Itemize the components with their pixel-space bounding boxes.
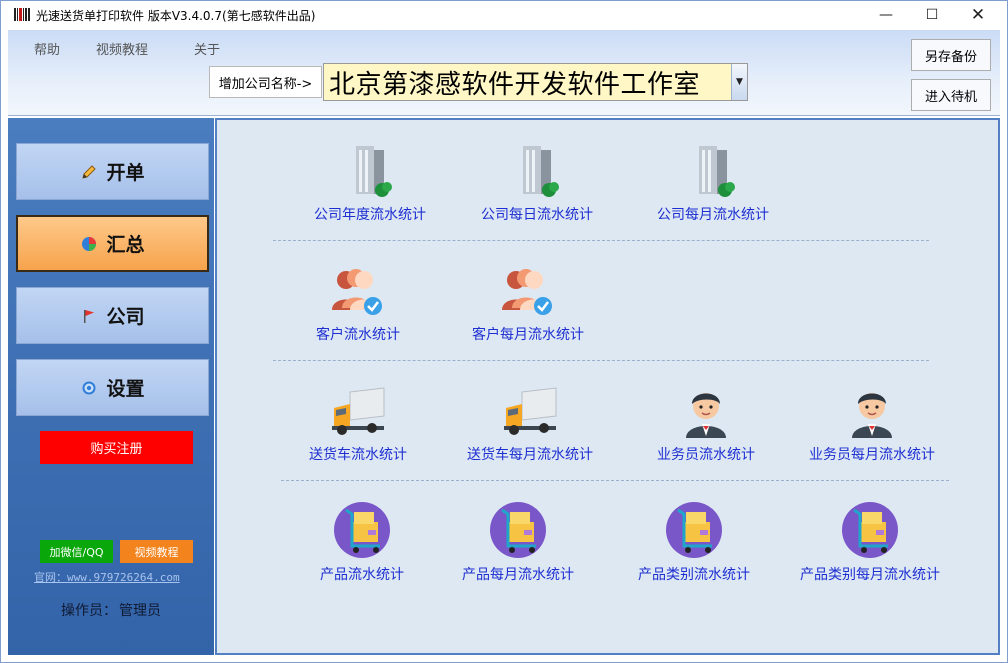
enter-standby-button[interactable]: 进入待机	[911, 79, 991, 111]
tile-label: 产品流水统计	[320, 567, 404, 583]
buy-register-button[interactable]: 购买注册	[40, 431, 193, 464]
tile-label: 公司每月流水统计	[657, 207, 769, 223]
nav-company-button[interactable]: 公司	[16, 287, 209, 344]
menu-about[interactable]: 关于	[194, 39, 220, 58]
building-icon	[699, 146, 735, 197]
nav-billing-label: 开单	[106, 162, 145, 184]
product-cart-icon	[666, 502, 722, 558]
tile-label: 业务员流水统计	[657, 447, 755, 463]
truck-icon	[504, 387, 557, 435]
tile-company-daily[interactable]: 公司每日流水统计	[452, 140, 622, 224]
product-cart-icon	[334, 502, 390, 558]
tile-customer-monthly[interactable]: 客户每月流水统计	[443, 260, 613, 344]
tile-label: 送货车每月流水统计	[467, 447, 593, 463]
minimize-button[interactable]: —	[863, 0, 909, 30]
tile-label: 产品类别每月流水统计	[800, 567, 940, 583]
tile-product-category[interactable]: 产品类别流水统计	[609, 500, 779, 584]
tile-label: 送货车流水统计	[309, 447, 407, 463]
add-company-button[interactable]: 增加公司名称->	[209, 66, 322, 98]
tile-label: 产品每月流水统计	[462, 567, 574, 583]
tile-company-monthly[interactable]: 公司每月流水统计	[628, 140, 798, 224]
operator-label: 操作员：	[61, 603, 117, 619]
company-select[interactable]: 北京第漆感软件开发软件工作室 ▼	[323, 63, 748, 101]
save-backup-button[interactable]: 另存备份	[911, 39, 991, 71]
nav-summary-label: 汇总	[106, 234, 145, 256]
wechat-qq-button[interactable]: 加微信/QQ	[40, 540, 113, 563]
tile-salesman[interactable]: 业务员流水统计	[621, 380, 791, 464]
product-cart-icon	[490, 502, 546, 558]
tile-label: 业务员每月流水统计	[809, 447, 935, 463]
nav-company-label: 公司	[106, 306, 145, 328]
row-divider	[273, 360, 929, 361]
tile-label: 产品类别流水统计	[638, 567, 750, 583]
tile-company-yearly[interactable]: 公司年度流水统计	[285, 140, 455, 224]
building-icon	[356, 146, 392, 197]
row-divider	[273, 240, 929, 241]
nav-settings-label: 设置	[106, 378, 145, 400]
header-panel: 帮助 视频教程 关于 增加公司名称-> 北京第漆感软件开发软件工作室 ▼ 另存备…	[8, 30, 1000, 116]
sidebar: 开单 汇总 公司 设置 购买注册 加微信/QQ 视频教程 官网：www.9797…	[8, 118, 214, 655]
truck-icon	[332, 387, 385, 435]
salesman-icon	[686, 393, 726, 438]
tile-product-category-monthly[interactable]: 产品类别每月流水统计	[785, 500, 955, 584]
tile-label: 公司年度流水统计	[314, 207, 426, 223]
building-icon	[523, 146, 559, 197]
pencil-icon	[80, 163, 98, 181]
dropdown-arrow-icon[interactable]: ▼	[731, 64, 747, 100]
salesman-icon	[852, 393, 892, 438]
tile-product[interactable]: 产品流水统计	[277, 500, 447, 584]
tile-truck-monthly[interactable]: 送货车每月流水统计	[445, 380, 615, 464]
video-tutorial-button[interactable]: 视频教程	[120, 540, 193, 563]
operator-name: 管理员	[119, 603, 161, 619]
window-title: 光速送货单打印软件 版本V3.4.0.7(第七感软件出品)	[36, 9, 316, 23]
product-cart-icon	[842, 502, 898, 558]
pie-chart-icon	[80, 235, 98, 253]
tile-label: 公司每日流水统计	[481, 207, 593, 223]
customers-icon	[332, 269, 382, 315]
tile-truck[interactable]: 送货车流水统计	[273, 380, 443, 464]
customers-icon	[502, 269, 552, 315]
tile-product-monthly[interactable]: 产品每月流水统计	[433, 500, 603, 584]
tile-customer[interactable]: 客户流水统计	[273, 260, 443, 344]
tile-label: 客户流水统计	[316, 327, 400, 343]
maximize-button[interactable]: ☐	[909, 0, 955, 30]
close-button[interactable]: ✕	[955, 0, 1001, 30]
flag-icon	[80, 307, 98, 325]
operator-info: 操作员： 管理员	[8, 600, 214, 620]
row-divider	[281, 480, 949, 481]
website-link[interactable]: 官网：www.979726264.com	[34, 569, 180, 585]
barcode-app-icon	[14, 8, 30, 21]
summary-panel: 公司年度流水统计 公司每日流水统计 公司每月流水统计 客户流水统计 客户每月流水…	[215, 118, 1000, 655]
tile-salesman-monthly[interactable]: 业务员每月流水统计	[787, 380, 957, 464]
gear-icon	[80, 379, 98, 397]
nav-summary-button[interactable]: 汇总	[16, 215, 209, 272]
title-bar: 光速送货单打印软件 版本V3.4.0.7(第七感软件出品) — ☐ ✕	[0, 0, 1008, 30]
menu-video-tutorial[interactable]: 视频教程	[96, 39, 148, 58]
tile-label: 客户每月流水统计	[472, 327, 584, 343]
nav-billing-button[interactable]: 开单	[16, 143, 209, 200]
menu-help[interactable]: 帮助	[34, 39, 60, 58]
nav-settings-button[interactable]: 设置	[16, 359, 209, 416]
company-select-value: 北京第漆感软件开发软件工作室	[329, 69, 701, 100]
